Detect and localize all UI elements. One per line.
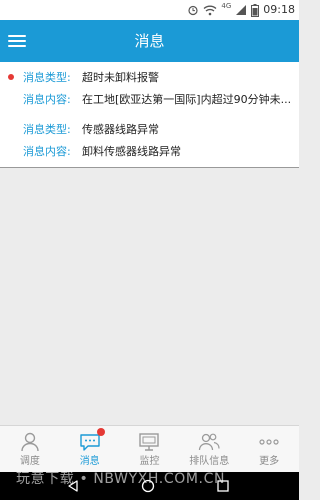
wifi-icon: [203, 5, 217, 16]
alarm-icon: [188, 5, 199, 16]
nav-label-messages: 消息: [79, 456, 100, 467]
message-type-value: 超时未卸料报警: [82, 71, 159, 84]
message-content-label: 消息内容:: [23, 93, 71, 106]
message-list: 消息类型: 超时未卸料报警 消息内容: 在工地[欧亚达第一国际]内超过90分钟未…: [0, 62, 299, 168]
group-icon: [199, 433, 220, 451]
status-bar: 4G 09:18: [0, 0, 299, 20]
message-item[interactable]: 消息类型: 传感器线路异常 消息内容: 卸料传感器线路异常: [0, 118, 299, 164]
more-dots-icon: [259, 439, 279, 445]
notification-badge: [96, 428, 105, 436]
nav-label-monitor: 监控: [139, 456, 160, 467]
battery-icon: [251, 3, 260, 17]
nav-item-monitor[interactable]: 监控: [120, 426, 180, 472]
bottom-nav: 调度 消息 监控 排队信息 更多: [0, 425, 299, 472]
monitor-icon: [139, 433, 160, 451]
nav-item-more[interactable]: 更多: [239, 426, 299, 472]
person-icon: [21, 432, 39, 452]
watermark: 玩意下载 • NBWYXH.COM.CN: [16, 471, 226, 487]
page-title: 消息: [134, 32, 165, 50]
message-content-row: 消息内容: 卸料传感器线路异常: [0, 142, 299, 162]
signal-icon: [236, 5, 247, 15]
message-content-value: 卸料传感器线路异常: [82, 145, 181, 158]
message-type-label: 消息类型:: [23, 71, 71, 84]
nav-item-messages[interactable]: 消息: [60, 426, 120, 472]
message-content-value: 在工地[欧亚达第一国际]内超过90分钟未...: [82, 93, 292, 106]
message-type-row: 消息类型: 超时未卸料报警: [0, 68, 299, 88]
nav-label-dispatch: 调度: [19, 456, 40, 467]
status-time: 09:18: [263, 3, 295, 16]
message-type-label: 消息类型:: [23, 123, 71, 136]
nav-label-queue: 排队信息: [189, 456, 230, 467]
nav-label-more: 更多: [259, 456, 280, 467]
menu-icon[interactable]: [6, 30, 28, 52]
message-content-row: 消息内容: 在工地[欧亚达第一国际]内超过90分钟未...: [0, 90, 299, 110]
app-bar: 消息: [0, 20, 299, 62]
message-type-row: 消息类型: 传感器线路异常: [0, 120, 299, 140]
nav-item-queue[interactable]: 排队信息: [179, 426, 239, 472]
message-item[interactable]: 消息类型: 超时未卸料报警 消息内容: 在工地[欧亚达第一国际]内超过90分钟未…: [0, 66, 299, 112]
network-type: 4G: [221, 2, 232, 10]
message-type-value: 传感器线路异常: [82, 123, 159, 136]
message-content-label: 消息内容:: [23, 145, 71, 158]
nav-item-dispatch[interactable]: 调度: [0, 426, 60, 472]
